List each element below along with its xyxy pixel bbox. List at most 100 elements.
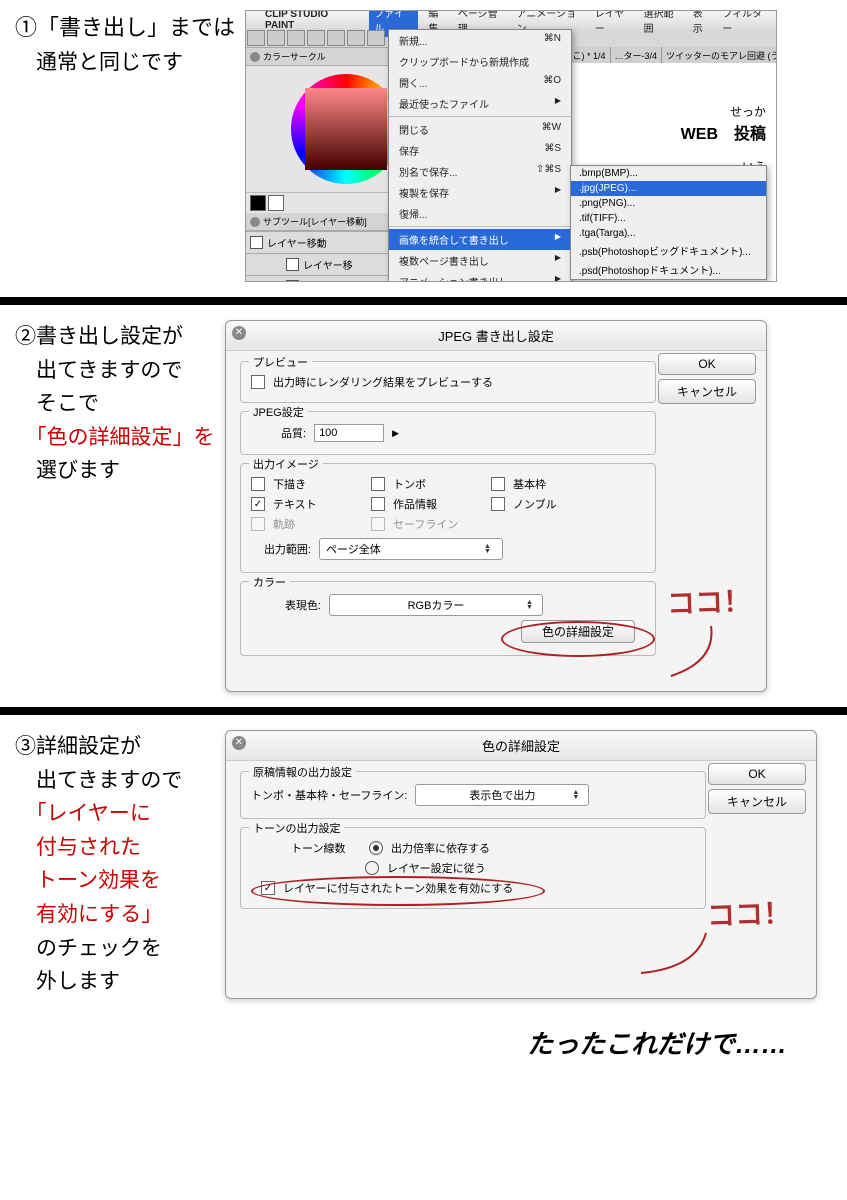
checkbox-label: 軌跡 [273, 516, 363, 532]
menu-item[interactable]: 最近使ったファイル [389, 93, 571, 114]
checkbox-label: 作品情報 [393, 496, 483, 512]
eye-icon[interactable] [286, 258, 299, 271]
fg-swatch[interactable] [250, 195, 266, 211]
subtool-title: サブツール[レイヤー移動] [263, 215, 367, 228]
color-detail-dialog: ✕ 色の詳細設定 OK キャンセル 原稿情報の出力設定 トンボ・基本枠・セーフラ… [225, 730, 817, 999]
close-icon[interactable] [250, 52, 260, 62]
tab[interactable]: …ター-3/4 [611, 47, 663, 63]
output-checkbox[interactable] [491, 497, 505, 511]
spinner-icon[interactable]: ▲▼ [526, 600, 538, 610]
caption-line: 「レイヤーに [15, 797, 215, 831]
menu-item[interactable]: 画像を統合して書き出し [389, 229, 571, 250]
menu-item[interactable]: 新規...⌘N [389, 30, 571, 51]
caption-line: 有効にする」 [15, 898, 215, 932]
close-icon[interactable] [250, 217, 260, 227]
menu-item[interactable]: 保存⌘S [389, 140, 571, 161]
subtool-item[interactable]: レイヤー移 [303, 257, 353, 272]
menu-layer[interactable]: レイヤー [595, 10, 634, 35]
toolbar-icon[interactable] [347, 30, 365, 46]
file-menu-dropdown[interactable]: 新規...⌘Nクリップボードから新規作成開く...⌘O最近使ったファイル閉じる⌘… [388, 29, 572, 282]
menu-item[interactable]: 閉じる⌘W [389, 119, 571, 140]
output-checkbox[interactable] [371, 477, 385, 491]
output-range-select[interactable]: ページ全体 ▲▼ [319, 538, 503, 560]
canvas-text: WEB 投稿 [681, 126, 766, 143]
radio-depend-ratio[interactable] [369, 841, 383, 855]
quality-input[interactable]: 100 [314, 424, 384, 442]
ok-button[interactable]: OK [658, 353, 756, 375]
caption-line: のチェックを [15, 932, 215, 966]
eye-icon[interactable] [286, 280, 299, 282]
range-label: 出力範囲: [251, 541, 311, 557]
dialog-titlebar: ✕ JPEG 書き出し設定 [226, 321, 766, 351]
range-value: ページ全体 [326, 541, 381, 557]
submenu-item[interactable]: .jpg(JPEG)... [571, 181, 766, 196]
output-checkbox[interactable] [491, 477, 505, 491]
subtool-item[interactable]: レイヤー移 [303, 279, 353, 282]
mac-menubar[interactable]: CLIP STUDIO PAINT ファイル 編集 ページ管理 アニメーション … [246, 11, 776, 29]
dialog-title: 色の詳細設定 [482, 739, 560, 754]
caption-line: そこで [15, 387, 215, 421]
menu-item[interactable]: アニメーション書き出し [389, 271, 571, 282]
menu-view[interactable]: 表示 [693, 10, 713, 35]
bg-swatch[interactable] [268, 195, 284, 211]
cancel-button[interactable]: キャンセル [658, 379, 756, 404]
submenu-item[interactable]: .psd(Photoshopドキュメント)... [571, 260, 766, 279]
annotation-koko: ココ！ [666, 580, 751, 623]
subtool-item[interactable]: レイヤー移動 [267, 235, 327, 250]
eye-icon[interactable] [250, 236, 263, 249]
annotation-arrow [636, 928, 716, 983]
submenu-item[interactable]: .bmp(BMP)... [571, 166, 766, 181]
toolbar-icon[interactable] [287, 30, 305, 46]
menu-select[interactable]: 選択範囲 [644, 10, 683, 35]
menu-item[interactable]: 開く...⌘O [389, 72, 571, 93]
close-icon[interactable]: ✕ [232, 326, 246, 340]
expr-value: RGBカラー [408, 597, 465, 613]
caption-line: 付与された [15, 831, 215, 865]
close-icon[interactable]: ✕ [232, 736, 246, 750]
toolbar-icon[interactable] [327, 30, 345, 46]
spinner-icon[interactable]: ▲▼ [572, 790, 584, 800]
toolbar-icon[interactable] [267, 30, 285, 46]
preview-label: 出力時にレンダリング結果をプレビューする [273, 374, 493, 390]
output-checkbox[interactable] [371, 497, 385, 511]
output-checkbox [371, 517, 385, 531]
submenu-item[interactable]: .tif(TIFF)... [571, 211, 766, 226]
export-submenu[interactable]: .bmp(BMP)....jpg(JPEG)....png(PNG)....ti… [570, 165, 767, 280]
jpeg-export-dialog: ✕ JPEG 書き出し設定 OK キャンセル プレビュー 出力時にレンダリング結… [225, 320, 767, 692]
submenu-item[interactable]: .tga(Targa)... [571, 226, 766, 241]
annotation-circle [501, 621, 655, 657]
palette-title: カラーサークル [263, 50, 326, 63]
cancel-button[interactable]: キャンセル [708, 789, 806, 814]
menu-filter[interactable]: フィルター [722, 10, 771, 35]
menu-item[interactable]: 復帰... [389, 203, 571, 224]
output-checkbox[interactable] [251, 497, 265, 511]
annotation-circle [251, 876, 545, 906]
step1-line2: 通常と同じです [15, 50, 183, 74]
submenu-item[interactable]: .psb(Photoshopビッグドキュメント)... [571, 241, 766, 260]
color-wheel[interactable] [291, 74, 401, 184]
toolbar-icon[interactable] [367, 30, 385, 46]
output-checkbox[interactable] [251, 477, 265, 491]
tab[interactable]: ツイッターのモアレ回避 (うんこ) * 1/4 [662, 47, 776, 63]
checkbox-label: トンボ [393, 476, 483, 492]
menu-item[interactable]: 複数ページ書き出し [389, 250, 571, 271]
tombo-select[interactable]: 表示色で出力 ▲▼ [415, 784, 589, 806]
annotation-arrow [661, 621, 731, 681]
color-legend: カラー [249, 574, 290, 590]
ok-button[interactable]: OK [708, 763, 806, 785]
preview-checkbox[interactable] [251, 375, 265, 389]
menu-item[interactable]: 複製を保存 [389, 182, 571, 203]
submenu-item[interactable]: .png(PNG)... [571, 196, 766, 211]
toolbar-icon[interactable] [247, 30, 265, 46]
tombo-value: 表示色で出力 [469, 787, 535, 803]
caption-line: 出てきますので [15, 764, 215, 798]
menu-item[interactable]: 別名で保存...⇧⌘S [389, 161, 571, 182]
footer-text: たったこれだけで…… [0, 1009, 847, 1086]
radio-layer-setting[interactable] [365, 861, 379, 875]
menu-item[interactable]: クリップボードから新規作成 [389, 51, 571, 72]
toolbar-icon[interactable] [307, 30, 325, 46]
spinner-icon[interactable]: ▲▼ [484, 544, 496, 554]
play-icon[interactable]: ▶ [392, 428, 399, 439]
color-mode-select[interactable]: RGBカラー ▲▼ [329, 594, 543, 616]
caption-line: トーン効果を [15, 864, 215, 898]
